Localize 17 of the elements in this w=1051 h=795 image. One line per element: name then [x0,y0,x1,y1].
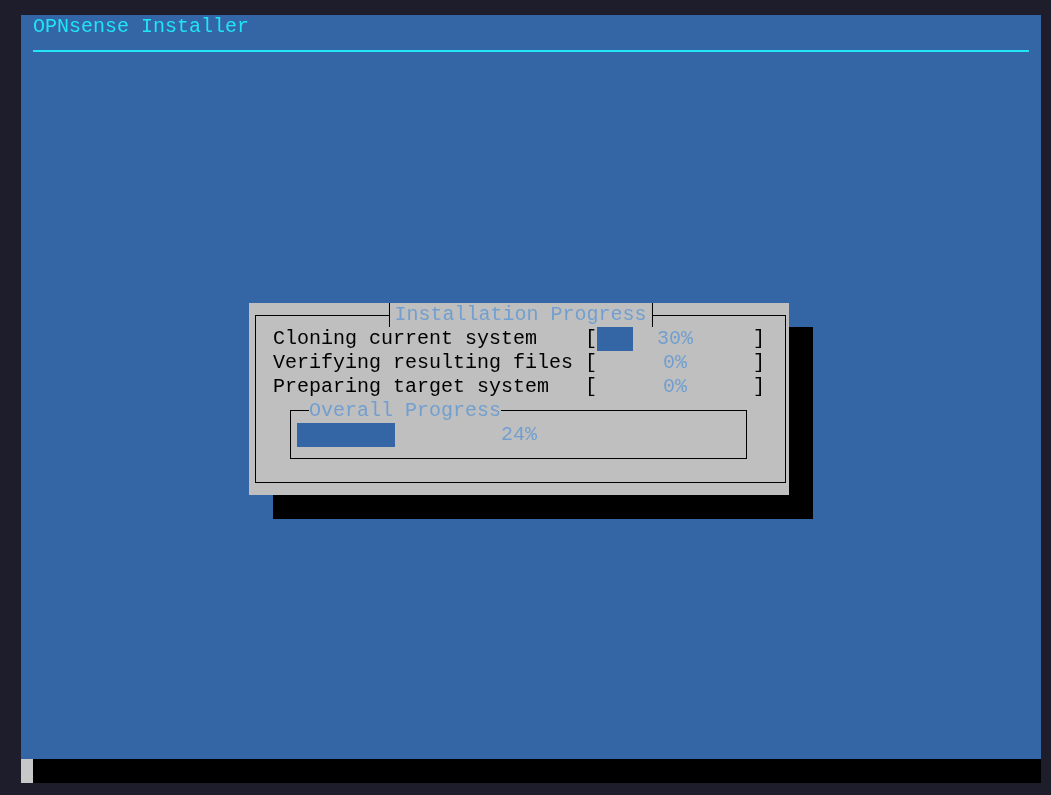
progress-percent: 0% [663,351,687,375]
close-bracket: ] [753,375,765,399]
step-label: Preparing target system [273,375,551,399]
close-bracket: ] [753,327,765,351]
open-bracket: [ [585,375,597,399]
progress-percent: 30% [657,327,693,351]
dialog-title: Installation Progress [388,303,653,327]
close-bracket: ] [753,351,765,375]
progress-percent: 24% [501,423,537,447]
open-bracket: [ [585,327,597,351]
step-label: Verifying resulting files [273,351,575,375]
progress-percent: 0% [663,375,687,399]
cursor-icon [21,759,33,783]
overall-title: Overall Progress [309,399,502,423]
open-bracket: [ [585,351,597,375]
step-label: Cloning current system [273,327,539,351]
installer-title: OPNsense Installer [33,15,250,39]
